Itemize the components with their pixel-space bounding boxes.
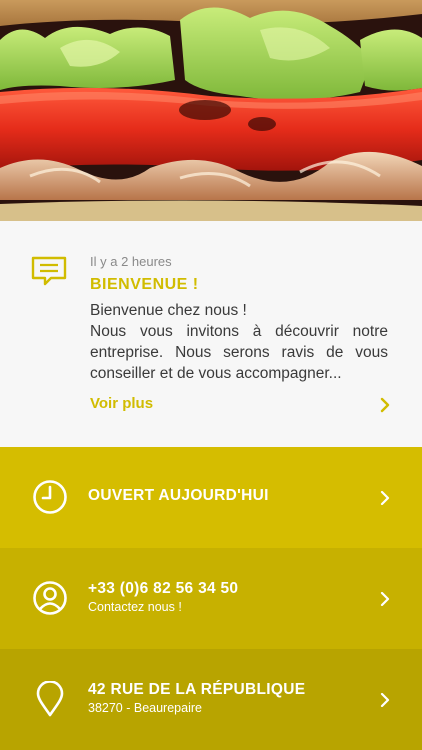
hero-sandwich-image	[0, 0, 422, 221]
news-body-line: Nous vous invitons à découvrir notre	[90, 323, 388, 340]
phone-row[interactable]: +33 (0)6 82 56 34 50 Contactez nous !	[0, 548, 422, 649]
message-icon	[31, 256, 67, 286]
news-body: Bienvenue chez nous ! Nous vous invitons…	[90, 300, 388, 384]
chevron-right-icon	[380, 592, 390, 606]
phone-number: +33 (0)6 82 56 34 50	[88, 580, 239, 597]
news-body-line: conseiller et de vous accompagner...	[90, 365, 342, 382]
opening-hours-row[interactable]: OUVERT AUJOURD'HUI	[0, 447, 422, 548]
user-icon	[33, 581, 67, 615]
news-body-line: Bienvenue chez nous !	[90, 302, 247, 319]
see-more-link[interactable]: Voir plus	[90, 395, 153, 412]
clock-icon	[33, 480, 67, 514]
opening-hours-label: OUVERT AUJOURD'HUI	[88, 487, 269, 504]
address-city: 38270 - Beaurepaire	[88, 701, 202, 715]
news-body-line: entreprise. Nous serons ravis de vous	[90, 344, 388, 361]
chevron-right-icon[interactable]	[378, 397, 392, 413]
screen: Il y a 2 heures BIENVENUE ! Bienvenue ch…	[0, 0, 422, 750]
news-card[interactable]: Il y a 2 heures BIENVENUE ! Bienvenue ch…	[0, 221, 422, 447]
chevron-right-icon	[380, 693, 390, 707]
news-title: BIENVENUE !	[90, 276, 199, 293]
chevron-right-icon	[380, 491, 390, 505]
address-street: 42 RUE DE LA RÉPUBLIQUE	[88, 681, 306, 698]
phone-subtitle: Contactez nous !	[88, 600, 182, 614]
map-pin-icon	[36, 681, 64, 717]
news-timestamp: Il y a 2 heures	[90, 254, 172, 269]
address-row[interactable]: 42 RUE DE LA RÉPUBLIQUE 38270 - Beaurepa…	[0, 649, 422, 750]
